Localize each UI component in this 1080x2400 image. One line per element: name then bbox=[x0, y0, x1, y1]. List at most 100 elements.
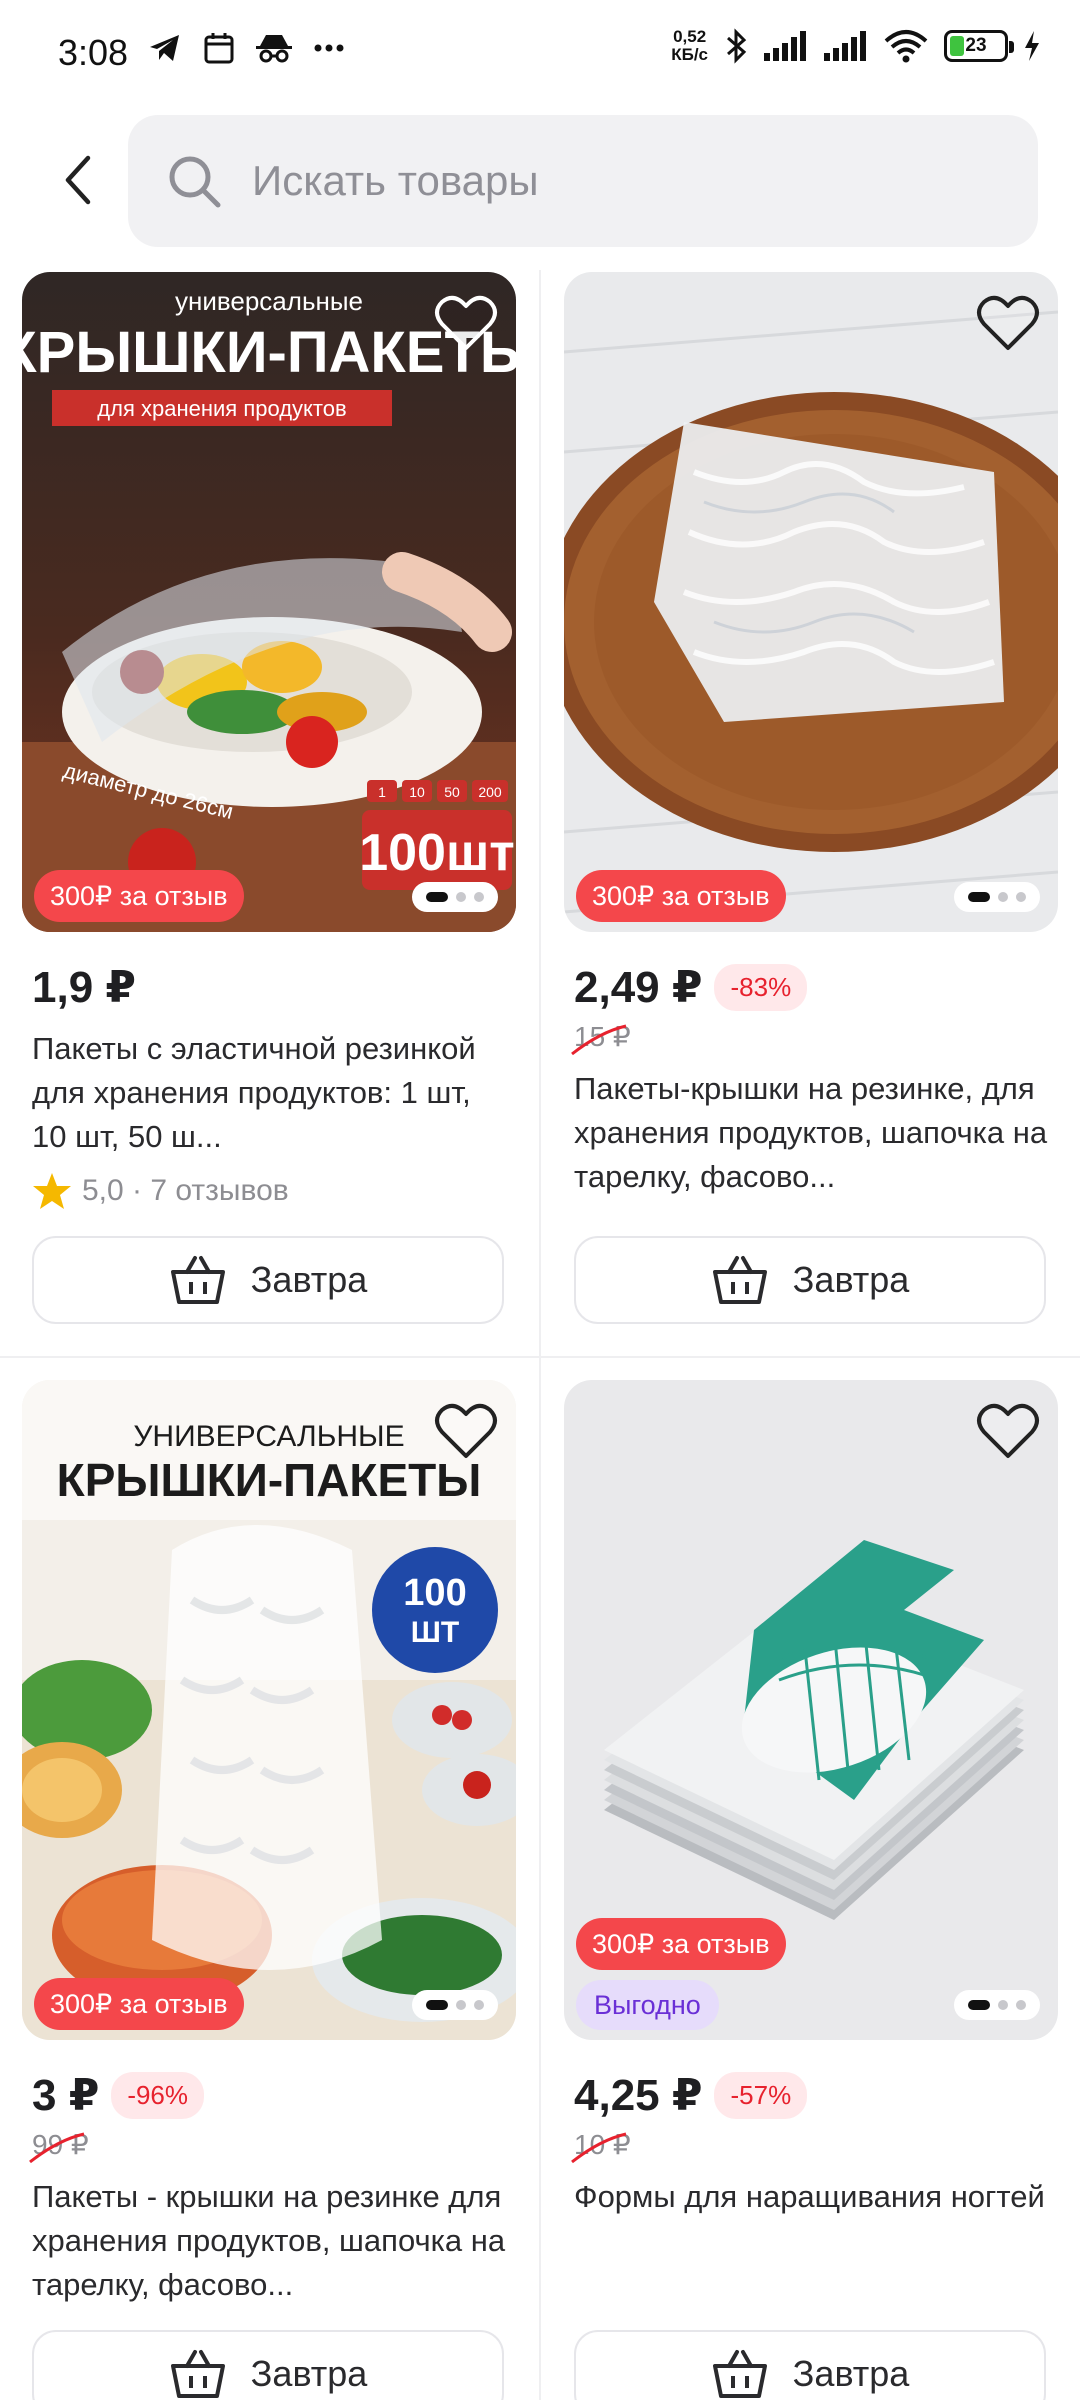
product-image[interactable]: универсальные КРЫШКИ-ПАКЕТЫ для хранения… bbox=[22, 272, 516, 932]
strike-through bbox=[29, 2132, 85, 2164]
network-speed: 0,52 КБ/с bbox=[671, 28, 708, 64]
pager-dot bbox=[1016, 2000, 1026, 2010]
discount-badge: -83% bbox=[714, 964, 808, 1011]
delivery-button[interactable]: Завтра bbox=[574, 2330, 1046, 2400]
search-icon bbox=[169, 156, 221, 208]
delivery-button[interactable]: Завтра bbox=[32, 2330, 504, 2400]
product-image[interactable]: 300₽ за отзыв Выгодно bbox=[564, 1380, 1058, 2040]
rating-text: 5,0 · 7 отзывов bbox=[82, 1174, 289, 1207]
review-bonus-badge: 300₽ за отзыв bbox=[34, 870, 244, 922]
image-pager bbox=[954, 882, 1040, 912]
notification-icons bbox=[148, 32, 344, 64]
product-photo: универсальные КРЫШКИ-ПАКЕТЫ для хранения… bbox=[22, 272, 516, 932]
heart-icon[interactable] bbox=[976, 1402, 1040, 1462]
image-text-main: КРЫШКИ-ПАКЕТЫ bbox=[57, 1454, 482, 1506]
grid-divider-vertical bbox=[539, 270, 541, 2400]
price-row: 4,25 ₽ -57% bbox=[574, 2070, 808, 2121]
delivery-label: Завтра bbox=[250, 1259, 368, 1300]
price: 3 ₽ bbox=[32, 2071, 100, 2120]
pager-dot bbox=[426, 892, 448, 902]
price: 1,9 ₽ bbox=[32, 963, 137, 1012]
signal-icon-2 bbox=[824, 31, 866, 61]
rating: 5,0 · 7 отзывов bbox=[32, 1172, 289, 1210]
pager-dot bbox=[474, 2000, 484, 2010]
pager-dot bbox=[968, 892, 990, 902]
image-count: 1 bbox=[378, 784, 386, 800]
product-photo: УНИВЕРСАЛЬНЫЕ КРЫШКИ-ПАКЕТЫ 100 ШТ bbox=[22, 1380, 516, 2040]
review-bonus-badge: 300₽ за отзыв bbox=[576, 1918, 786, 1970]
product-image[interactable]: УНИВЕРСАЛЬНЫЕ КРЫШКИ-ПАКЕТЫ 100 ШТ 300₽ … bbox=[22, 1380, 516, 2040]
image-circle-number: 100 bbox=[403, 1572, 466, 1614]
back-button[interactable] bbox=[50, 150, 110, 210]
image-text-big: 100шт bbox=[359, 824, 515, 882]
pager-dot bbox=[456, 2000, 466, 2010]
image-count: 10 bbox=[409, 784, 425, 800]
delivery-button[interactable]: Завтра bbox=[574, 1236, 1046, 1324]
pager-dot bbox=[456, 892, 466, 902]
old-price: 10 ₽ bbox=[571, 2128, 631, 2164]
strike-through bbox=[571, 1024, 627, 1056]
price: 2,49 ₽ bbox=[574, 963, 703, 1012]
system-icons: 0,52 КБ/с 23 bbox=[671, 28, 1040, 64]
image-count: 200 bbox=[478, 784, 502, 800]
pager-dot bbox=[474, 892, 484, 902]
star-icon bbox=[33, 1173, 71, 1209]
price-row: 2,49 ₽ -83% bbox=[574, 962, 808, 1013]
image-circle-unit: ШТ bbox=[411, 1616, 459, 1649]
battery-icon: 23 bbox=[944, 30, 1014, 62]
bluetooth-icon bbox=[727, 28, 747, 64]
price: 4,25 ₽ bbox=[574, 2071, 703, 2120]
chevron-left-icon bbox=[65, 155, 91, 205]
basket-icon bbox=[170, 1256, 225, 1304]
delivery-label: Завтра bbox=[792, 2353, 910, 2394]
charging-icon bbox=[1025, 31, 1039, 61]
product-title[interactable]: Пакеты с эластичной резинкой для хранени… bbox=[32, 1027, 512, 1159]
basket-icon bbox=[712, 1256, 767, 1304]
product-image[interactable]: 300₽ за отзыв bbox=[564, 272, 1058, 932]
network-speed-value: 0,52 bbox=[673, 27, 707, 46]
review-bonus-badge: 300₽ за отзыв bbox=[576, 870, 786, 922]
pager-dot bbox=[968, 2000, 990, 2010]
telegram-icon bbox=[150, 35, 179, 61]
basket-icon bbox=[170, 2350, 225, 2398]
old-price: 15 ₽ bbox=[571, 1020, 631, 1056]
more-icon bbox=[314, 44, 344, 52]
pager-dot bbox=[1016, 892, 1026, 902]
pager-dot bbox=[426, 2000, 448, 2010]
product-photo bbox=[564, 272, 1058, 932]
signal-icon bbox=[764, 31, 806, 61]
search-placeholder: Искать товары bbox=[252, 157, 539, 204]
price-row: 1,9 ₽ bbox=[32, 962, 136, 1013]
strike-through bbox=[571, 2132, 627, 2164]
image-pager bbox=[954, 1990, 1040, 2020]
heart-icon[interactable] bbox=[434, 294, 498, 354]
heart-icon[interactable] bbox=[976, 294, 1040, 354]
product-title[interactable]: Формы для наращивания ногтей bbox=[574, 2175, 1054, 2219]
wifi-icon bbox=[884, 30, 928, 63]
discount-badge: -57% bbox=[714, 2072, 808, 2119]
search-input[interactable]: Искать товары bbox=[128, 115, 1038, 247]
discount-badge: -96% bbox=[111, 2072, 205, 2119]
price-row: 3 ₽ -96% bbox=[32, 2070, 205, 2121]
basket-icon bbox=[712, 2350, 767, 2398]
pager-dot bbox=[998, 2000, 1008, 2010]
review-bonus-badge: 300₽ за отзыв bbox=[34, 1978, 244, 2030]
incognito-icon bbox=[256, 35, 292, 63]
delivery-button[interactable]: Завтра bbox=[32, 1236, 504, 1324]
battery-level: 23 bbox=[965, 35, 987, 56]
image-text-top: УНИВЕРСАЛЬНЫЕ bbox=[133, 1420, 404, 1453]
image-pager bbox=[412, 1990, 498, 2020]
product-title[interactable]: Пакеты-крышки на резинке, для хранения п… bbox=[574, 1067, 1054, 1199]
status-bar: 3:08 0,52 КБ/с 23 bbox=[0, 0, 1080, 104]
image-text-sub: для хранения продуктов bbox=[97, 396, 346, 421]
status-time: 3:08 bbox=[58, 32, 129, 73]
heart-icon[interactable] bbox=[434, 1402, 498, 1462]
image-pager bbox=[412, 882, 498, 912]
old-price: 99 ₽ bbox=[29, 2128, 89, 2164]
pager-dot bbox=[998, 892, 1008, 902]
delivery-label: Завтра bbox=[250, 2353, 368, 2394]
product-title[interactable]: Пакеты - крышки на резинке для хранения … bbox=[32, 2175, 512, 2307]
image-count: 50 bbox=[444, 784, 460, 800]
image-text-top: универсальные bbox=[175, 286, 363, 316]
grid-divider-horizontal bbox=[0, 1356, 1080, 1358]
